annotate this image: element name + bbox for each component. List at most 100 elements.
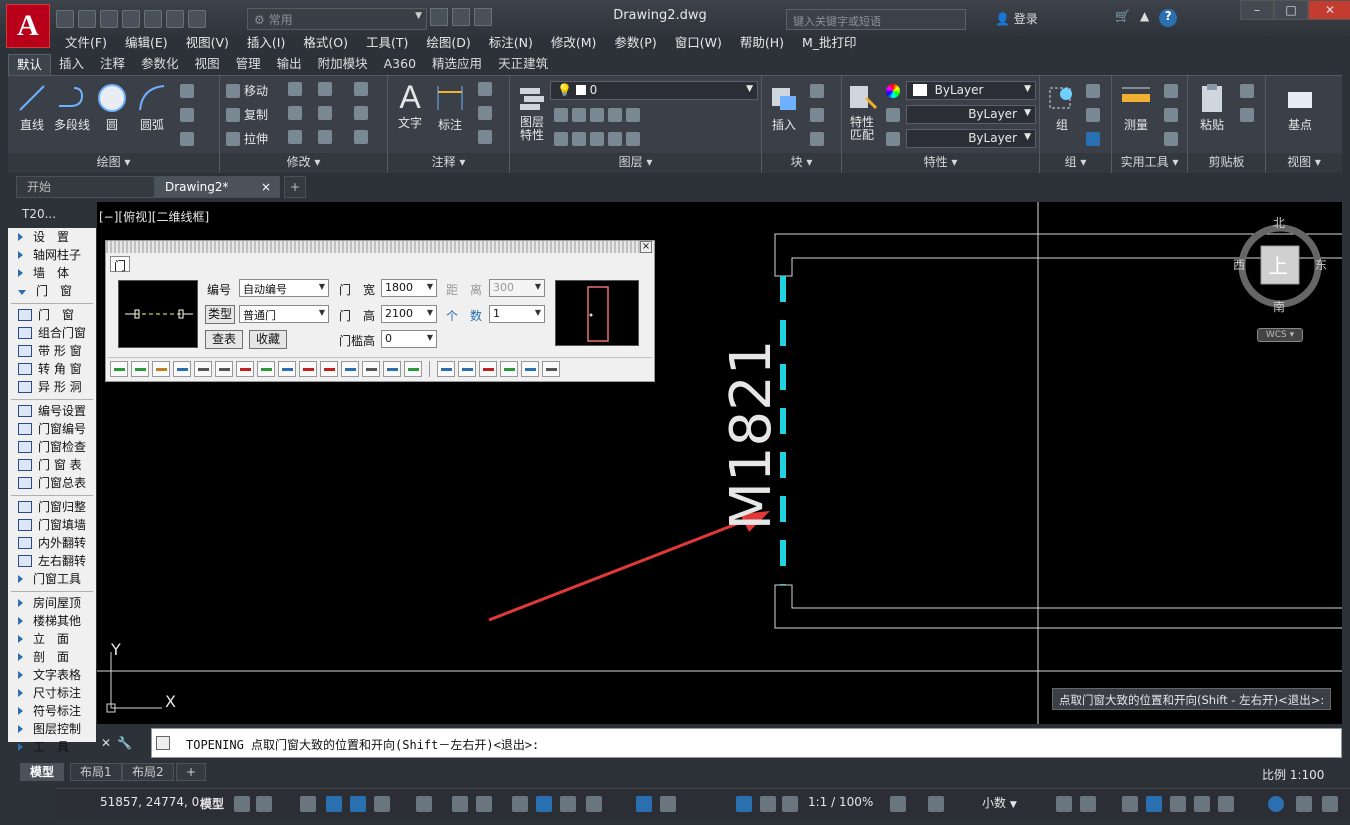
ribbon-tab[interactable]: 输出: [269, 54, 310, 75]
plot-icon[interactable]: [430, 8, 448, 26]
viewcube-west[interactable]: 西: [1233, 256, 1245, 273]
door-style-icon[interactable]: [299, 360, 317, 377]
sidebar-item[interactable]: 组合门窗: [8, 324, 96, 342]
sidebar-item[interactable]: 设 置: [8, 228, 96, 246]
open-file-icon[interactable]: [78, 10, 96, 28]
door-style-icon[interactable]: [278, 360, 296, 377]
gizmo-icon[interactable]: [660, 796, 676, 812]
ribbon-tab[interactable]: 默认: [8, 54, 52, 75]
add-layout-button[interactable]: +: [176, 763, 207, 781]
quick-select-tool[interactable]: [1164, 84, 1178, 98]
wrench-icon[interactable]: 🔧: [117, 736, 132, 750]
print-icon[interactable]: [144, 10, 162, 28]
menu-icon[interactable]: [1322, 796, 1338, 812]
tab-start[interactable]: 开始: [16, 176, 156, 198]
isolate-objects-icon[interactable]: [1122, 796, 1138, 812]
workspace-select[interactable]: ⚙ 常用 ▼: [247, 8, 427, 30]
width-select[interactable]: 1800: [381, 279, 437, 297]
hardware-accel-icon[interactable]: [1146, 796, 1162, 812]
lock-ui-icon[interactable]: [1080, 796, 1096, 812]
layer-tool-1[interactable]: [554, 108, 640, 122]
point-tool[interactable]: [1164, 108, 1178, 122]
sidebar-item[interactable]: 内外翻转: [8, 534, 96, 552]
door-style-icon[interactable]: [383, 360, 401, 377]
sidebar-item[interactable]: 左右翻转: [8, 552, 96, 570]
menu-item[interactable]: 工具(T): [357, 34, 417, 54]
annotation-ratio[interactable]: 比例 1:100: [1262, 766, 1324, 783]
selection-cycling-icon[interactable]: [536, 796, 552, 812]
compass-icon[interactable]: [1268, 796, 1284, 812]
ribbon-tab[interactable]: 注释: [92, 54, 133, 75]
menu-item[interactable]: 修改(M): [542, 34, 606, 54]
region-tool[interactable]: [180, 132, 194, 146]
clipboard-panel-title[interactable]: 剪贴板: [1188, 153, 1265, 173]
door-style-icon[interactable]: [173, 360, 191, 377]
wcs-menu[interactable]: WCS ▾: [1257, 328, 1303, 342]
clean-screen-icon[interactable]: [1170, 796, 1186, 812]
door-style-icon[interactable]: [500, 360, 518, 377]
lineweight-select[interactable]: ByLayer ▼: [906, 129, 1036, 148]
dimension-button[interactable]: 标注: [432, 82, 468, 133]
door-style-icon[interactable]: [257, 360, 275, 377]
layout-tab[interactable]: 布局2: [122, 763, 174, 781]
sidebar-item[interactable]: 立 面: [8, 630, 96, 648]
door-style-icon[interactable]: [215, 360, 233, 377]
sidebar-item[interactable]: 楼梯其他: [8, 612, 96, 630]
height-select[interactable]: 2100: [381, 305, 437, 323]
ribbon-tab[interactable]: 参数化: [133, 54, 187, 75]
fillet-tool[interactable]: [318, 106, 332, 120]
type-button[interactable]: 类型: [205, 305, 235, 324]
sidebar-item[interactable]: 尺寸标注: [8, 684, 96, 702]
create-block-tool[interactable]: [810, 84, 824, 98]
move-button[interactable]: 移动: [226, 82, 268, 99]
group-edit-tool[interactable]: [1086, 108, 1100, 122]
dialog-close-button[interactable]: ×: [640, 241, 652, 253]
arc-button[interactable]: 圆弧: [134, 82, 170, 133]
linear-dim-tool[interactable]: [478, 82, 492, 96]
publish-icon[interactable]: [452, 8, 470, 26]
undo-icon[interactable]: [166, 10, 184, 28]
layers-panel-title[interactable]: 图层 ▾: [510, 153, 761, 173]
tab-drawing2[interactable]: Drawing2* ×: [154, 176, 280, 198]
viewcube-south[interactable]: 南: [1273, 298, 1285, 315]
command-line[interactable]: TOPENING 点取门窗大致的位置和开向(Shift－左右开)<退出>:: [151, 728, 1342, 758]
model-space-button[interactable]: 模型: [200, 795, 224, 812]
trim-tool[interactable]: [318, 82, 332, 96]
layer-properties-button[interactable]: 图层 特性: [514, 82, 550, 142]
distance-select[interactable]: 300: [489, 279, 545, 297]
mirror-tool[interactable]: [288, 106, 302, 120]
units-select[interactable]: 小数 ▼: [980, 794, 1048, 812]
ortho-icon[interactable]: [326, 796, 342, 812]
array-tool[interactable]: [318, 130, 332, 144]
door-style-icon[interactable]: [194, 360, 212, 377]
modify-panel-title[interactable]: 修改 ▾: [220, 153, 387, 173]
search-input[interactable]: 键入关键字或短语: [786, 9, 966, 30]
menu-item[interactable]: M_批打印: [793, 34, 866, 54]
polyline-button[interactable]: 多段线: [52, 82, 92, 133]
paste-button[interactable]: 粘贴: [1192, 82, 1232, 133]
sidebar-item[interactable]: 编号设置: [8, 402, 96, 420]
auto-scale-icon[interactable]: [760, 796, 776, 812]
sidebar-item[interactable]: 门 窗: [8, 282, 96, 300]
sidebar-item[interactable]: 门窗编号: [8, 420, 96, 438]
ungroup-tool[interactable]: [1086, 84, 1100, 98]
door-style-icon[interactable]: [320, 360, 338, 377]
annotation-scale-icon[interactable]: [782, 796, 798, 812]
lineweight-tool[interactable]: [886, 108, 900, 122]
sidebar-item[interactable]: 门窗总表: [8, 474, 96, 492]
sidebar-item[interactable]: 文字表格: [8, 666, 96, 684]
rotate-tool[interactable]: [288, 82, 302, 96]
annotation-visibility-icon[interactable]: [736, 796, 752, 812]
menu-item[interactable]: 窗口(W): [666, 34, 731, 54]
layer-tool-2[interactable]: [554, 132, 640, 146]
viewcube-east[interactable]: 东: [1315, 256, 1327, 273]
exchange-icon[interactable]: ▲: [1140, 9, 1149, 27]
layer-icon[interactable]: [1218, 796, 1234, 812]
text-button[interactable]: A 文字: [392, 80, 428, 131]
group-select-tool[interactable]: [1086, 132, 1100, 146]
redo-icon[interactable]: [188, 10, 206, 28]
door-style-icon[interactable]: [341, 360, 359, 377]
insert-block-button[interactable]: 插入: [764, 82, 804, 133]
sidebar-item[interactable]: 墙 体: [8, 264, 96, 282]
block-attr-tool[interactable]: [810, 132, 824, 146]
